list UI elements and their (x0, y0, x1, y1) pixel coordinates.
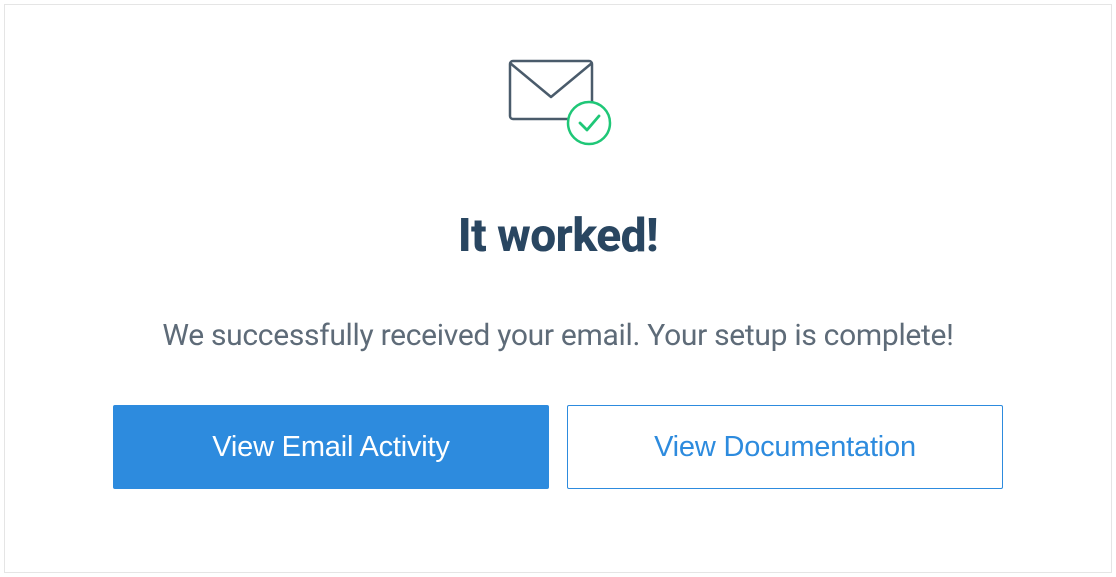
envelope-check-icon (498, 55, 618, 154)
success-heading: It worked! (458, 209, 658, 263)
success-subtext: We successfully received your email. You… (162, 318, 953, 353)
view-documentation-button[interactable]: View Documentation (567, 405, 1003, 489)
success-card: It worked! We successfully received your… (4, 4, 1112, 573)
button-row: View Email Activity View Documentation (113, 405, 1003, 489)
view-email-activity-button[interactable]: View Email Activity (113, 405, 549, 489)
